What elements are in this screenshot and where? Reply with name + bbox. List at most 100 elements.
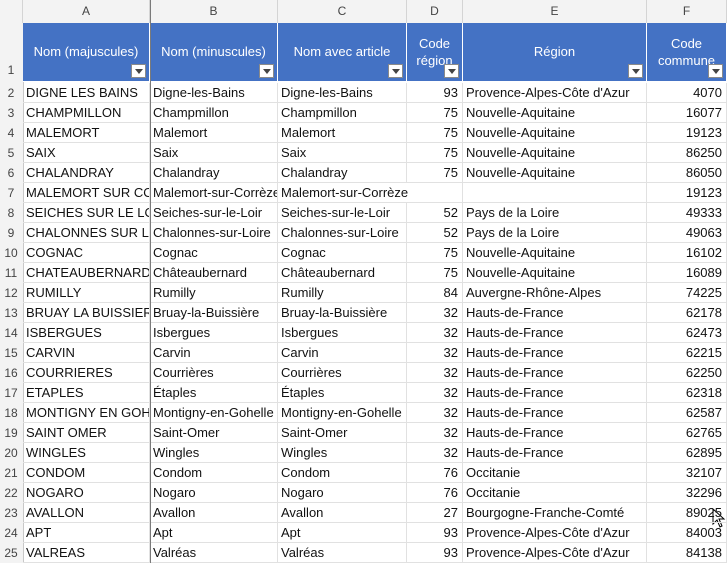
table-cell[interactable]: APT (23, 523, 150, 543)
select-all-corner[interactable] (0, 0, 23, 23)
table-cell[interactable]: 32 (407, 383, 463, 403)
table-cell[interactable]: Montigny-en-Gohelle (150, 403, 278, 423)
table-cell[interactable]: Courrières (150, 363, 278, 383)
row-number[interactable]: 19 (0, 423, 22, 443)
table-cell[interactable]: Montigny-en-Gohelle (278, 403, 407, 423)
table-cell[interactable]: Rumilly (150, 283, 278, 303)
table-cell[interactable]: Rumilly (278, 283, 407, 303)
table-cell[interactable]: Carvin (150, 343, 278, 363)
table-cell[interactable]: CHAMPMILLON (23, 103, 150, 123)
row-number[interactable]: 21 (0, 463, 22, 483)
table-cell[interactable]: 74225 (647, 283, 727, 303)
table-cell[interactable]: CONDOM (23, 463, 150, 483)
table-cell[interactable]: 32296 (647, 483, 727, 503)
table-cell[interactable]: 76 (407, 463, 463, 483)
table-cell[interactable]: MALEMORT (23, 123, 150, 143)
table-cell[interactable]: Saix (150, 143, 278, 163)
table-cell[interactable]: Hauts-de-France (463, 303, 647, 323)
table-cell[interactable]: 19123 (647, 183, 727, 203)
table-cell[interactable]: DIGNE LES BAINS (23, 83, 150, 103)
table-cell[interactable]: Étaples (278, 383, 407, 403)
table-cell[interactable]: Malemort-sur-Corrèze (278, 183, 408, 203)
table-cell[interactable]: Malemort-sur-Corrèze (150, 183, 278, 203)
table-cell[interactable]: ISBERGUES (23, 323, 150, 343)
column-letter-e[interactable]: E (463, 0, 647, 23)
row-number[interactable]: 17 (0, 383, 22, 403)
row-number[interactable]: 2 (0, 83, 22, 103)
table-cell[interactable] (463, 183, 647, 203)
table-cell[interactable]: SAINT OMER (23, 423, 150, 443)
table-cell[interactable]: 75 (407, 163, 463, 183)
table-cell[interactable]: Saint-Omer (278, 423, 407, 443)
table-cell[interactable]: 32 (407, 323, 463, 343)
table-cell[interactable]: 16089 (647, 263, 727, 283)
table-cell[interactable]: Nogaro (278, 483, 407, 503)
table-cell[interactable]: 84003 (647, 523, 727, 543)
table-cell[interactable]: 75 (407, 143, 463, 163)
table-cell[interactable]: Hauts-de-France (463, 423, 647, 443)
table-cell[interactable]: Condom (150, 463, 278, 483)
table-cell[interactable]: 93 (407, 523, 463, 543)
table-cell[interactable]: 62473 (647, 323, 727, 343)
table-cell[interactable]: 32107 (647, 463, 727, 483)
table-cell[interactable]: ETAPLES (23, 383, 150, 403)
table-cell[interactable]: 75 (407, 103, 463, 123)
table-cell[interactable]: Digne-les-Bains (278, 83, 407, 103)
table-cell[interactable]: Nouvelle-Aquitaine (463, 123, 647, 143)
table-cell[interactable]: 75 (407, 123, 463, 143)
column-letter-b[interactable]: B (150, 0, 278, 23)
table-cell[interactable]: 32 (407, 403, 463, 423)
table-cell[interactable]: Pays de la Loire (463, 203, 647, 223)
row-number[interactable]: 5 (0, 143, 22, 163)
column-letter-f[interactable]: F (647, 0, 727, 23)
table-cell[interactable]: 32 (407, 443, 463, 463)
table-cell[interactable]: Chalonnes-sur-Loire (150, 223, 278, 243)
table-cell[interactable]: Chalonnes-sur-Loire (278, 223, 407, 243)
table-cell[interactable]: Étaples (150, 383, 278, 403)
table-cell[interactable]: Condom (278, 463, 407, 483)
table-cell[interactable]: Apt (278, 523, 407, 543)
table-cell[interactable]: 84 (407, 283, 463, 303)
table-cell[interactable]: Isbergues (150, 323, 278, 343)
row-number[interactable]: 16 (0, 363, 22, 383)
table-cell[interactable]: Provence-Alpes-Côte d'Azur (463, 543, 647, 563)
table-cell[interactable]: Hauts-de-France (463, 403, 647, 423)
row-number[interactable]: 25 (0, 543, 22, 563)
table-cell[interactable]: SAIX (23, 143, 150, 163)
column-letter-a[interactable]: A (23, 0, 150, 23)
table-cell[interactable]: Nogaro (150, 483, 278, 503)
table-cell[interactable]: 32 (407, 343, 463, 363)
table-cell[interactable]: 62178 (647, 303, 727, 323)
table-cell[interactable]: MALEMORT SUR CORRÈZE (23, 183, 150, 203)
table-cell[interactable]: 62765 (647, 423, 727, 443)
table-cell[interactable]: Hauts-de-France (463, 363, 647, 383)
table-cell[interactable]: Wingles (150, 443, 278, 463)
table-cell[interactable]: Nouvelle-Aquitaine (463, 243, 647, 263)
table-cell[interactable]: Champmillon (278, 103, 407, 123)
table-cell[interactable]: 32 (407, 423, 463, 443)
table-cell[interactable]: Occitanie (463, 483, 647, 503)
table-cell[interactable]: 27 (407, 503, 463, 523)
table-cell[interactable]: 49333 (647, 203, 727, 223)
table-cell[interactable]: Châteaubernard (278, 263, 407, 283)
row-number[interactable]: 15 (0, 343, 22, 363)
table-cell[interactable]: 4070 (647, 83, 727, 103)
column-letter-d[interactable]: D (407, 0, 463, 23)
table-cell[interactable]: Seiches-sur-le-Loir (278, 203, 407, 223)
row-number[interactable]: 10 (0, 243, 22, 263)
table-cell[interactable]: Valréas (150, 543, 278, 563)
table-cell[interactable]: COGNAC (23, 243, 150, 263)
table-cell[interactable]: SEICHES SUR LE LOIR (23, 203, 150, 223)
row-number[interactable]: 13 (0, 303, 22, 323)
table-cell[interactable]: Avallon (150, 503, 278, 523)
table-cell[interactable]: Hauts-de-France (463, 343, 647, 363)
table-cell[interactable]: NOGARO (23, 483, 150, 503)
table-cell[interactable]: Courrières (278, 363, 407, 383)
filter-dropdown-button[interactable] (259, 64, 274, 78)
table-cell[interactable]: MONTIGNY EN GOHELLE (23, 403, 150, 423)
table-cell[interactable]: Occitanie (463, 463, 647, 483)
table-cell[interactable]: Isbergues (278, 323, 407, 343)
table-cell[interactable]: CHALANDRAY (23, 163, 150, 183)
table-cell[interactable]: CARVIN (23, 343, 150, 363)
filter-dropdown-button[interactable] (388, 64, 403, 78)
